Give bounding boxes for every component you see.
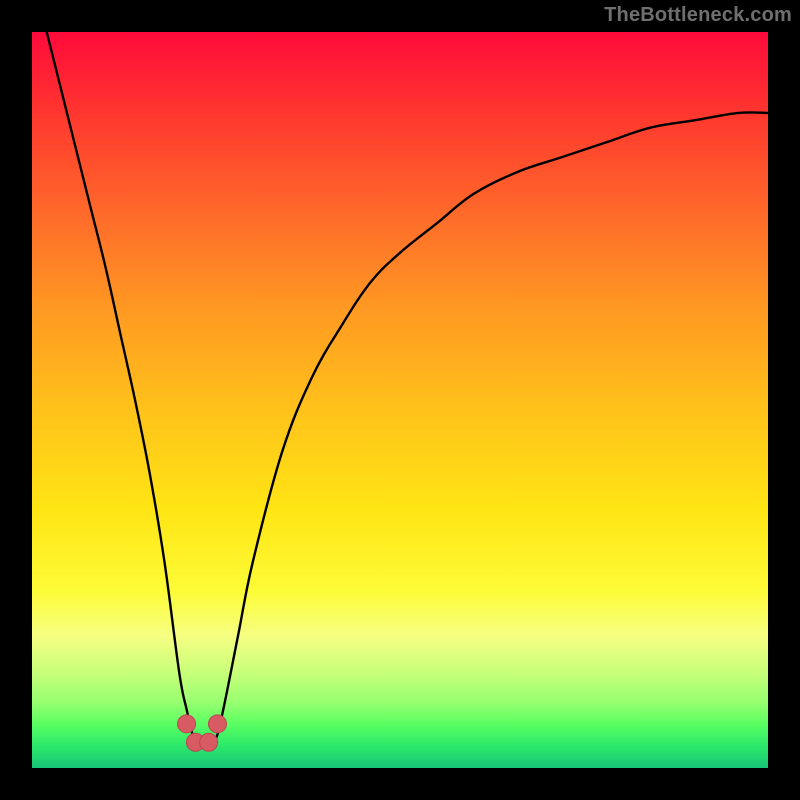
curve-svg: [32, 32, 768, 768]
watermark-text: TheBottleneck.com: [604, 4, 792, 27]
v-curve-path: [47, 32, 768, 747]
chart-stage: TheBottleneck.com: [0, 0, 800, 800]
curve-marker: [208, 715, 226, 733]
curve-marker: [178, 715, 196, 733]
curve-marker: [200, 733, 218, 751]
plot-area: [32, 32, 768, 768]
curve-minimum-markers: [178, 715, 227, 751]
